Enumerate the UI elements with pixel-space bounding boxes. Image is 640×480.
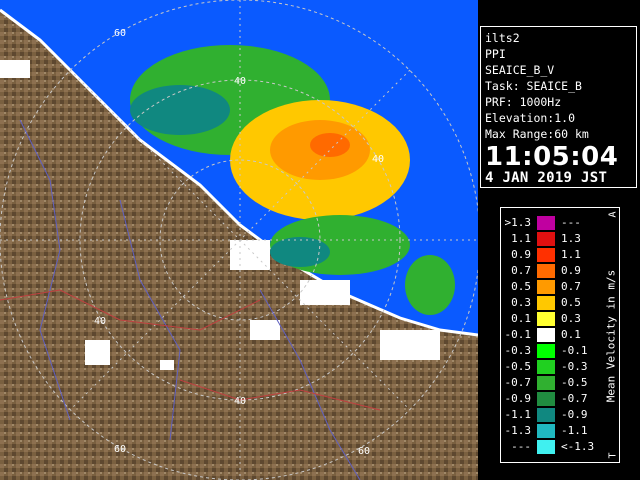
legend-high-value: -0.3 (561, 360, 588, 373)
legend-row: -1.1 -0.9 (501, 408, 601, 422)
radar-ppi-display[interactable]: 60 40 40 40 40 60 60 (0, 0, 478, 480)
legend-low-value: -0.1 (504, 328, 532, 341)
velocity-legend: >1.3 --- 1.1 1.3 0.9 1.1 0.7 0.9 0.5 0.7 0.3 0.5 0.1… (500, 207, 620, 463)
legend-row: 0.7 0.9 (501, 264, 601, 278)
legend-swatch (537, 280, 555, 294)
site-name: ilts2 (485, 31, 520, 45)
legend-low-value: 0.1 (511, 312, 531, 325)
legend-high-value: 0.1 (561, 328, 581, 341)
legend-low-value: 0.3 (511, 296, 531, 309)
legend-row: -0.7 -0.5 (501, 376, 601, 390)
legend-high-value: 0.9 (561, 264, 581, 277)
legend-high-value: -0.5 (561, 376, 588, 389)
legend-high-value: -0.1 (561, 344, 588, 357)
legend-high-value: --- (561, 216, 581, 229)
legend-swatch (537, 328, 555, 342)
prf-value: PRF: 1000Hz (485, 95, 562, 109)
legend-title-text: Mean Velocity in m/s (604, 269, 618, 403)
legend-high-value: 1.1 (561, 248, 581, 261)
legend-swatch (537, 408, 555, 422)
max-range-value: Max Range:60 km (485, 127, 589, 141)
legend-row: -0.1 0.1 (501, 328, 601, 342)
legend-row: 0.1 0.3 (501, 312, 601, 326)
radar-info-panel: ilts2 PPI SEAICE_B_V Task: SEAICE_B PRF:… (480, 26, 637, 188)
legend-high-value: 0.5 (561, 296, 581, 309)
legend-low-value: >1.3 (504, 216, 532, 229)
legend-low-value: -1.3 (504, 424, 532, 437)
legend-low-value: -0.7 (504, 376, 532, 389)
observation-time: 11:05:04 (485, 142, 619, 172)
legend-row: >1.3 --- (501, 216, 601, 230)
legend-row: -0.9 -0.7 (501, 392, 601, 406)
legend-swatch (537, 264, 555, 278)
legend-row: 0.3 0.5 (501, 296, 601, 310)
legend-row: --- <-1.3 (501, 440, 601, 454)
legend-swatch (537, 344, 555, 358)
range-label-south-60: 60 (114, 444, 126, 455)
legend-swatch (537, 312, 555, 326)
legend-swatch (537, 360, 555, 374)
elevation-value: Elevation:1.0 (485, 111, 576, 125)
legend-corner-top: A (607, 211, 619, 218)
scan-mode: PPI (485, 47, 506, 61)
legend-row: 0.5 0.7 (501, 280, 601, 294)
legend-low-value: -0.5 (504, 360, 532, 373)
echo-green-east (405, 255, 455, 315)
legend-high-value: 1.3 (561, 232, 581, 245)
legend-high-value: 0.7 (561, 280, 581, 293)
range-label-south-40: 40 (234, 396, 246, 407)
legend-swatch (537, 248, 555, 262)
legend-low-value: 0.7 (511, 264, 531, 277)
legend-swatch (537, 232, 555, 246)
range-label-east-40: 40 (372, 154, 384, 165)
range-label-east-60: 60 (358, 446, 370, 457)
legend-high-value: -0.9 (561, 408, 588, 421)
echo-teal-north (130, 85, 230, 135)
legend-low-value: -1.1 (504, 408, 532, 421)
legend-high-value: -1.1 (561, 424, 588, 437)
legend-low-value: -0.9 (504, 392, 532, 405)
legend-swatch (537, 424, 555, 438)
legend-row: 0.9 1.1 (501, 248, 601, 262)
legend-high-value: -0.7 (561, 392, 588, 405)
legend-row: -0.5 -0.3 (501, 360, 601, 374)
product-name: SEAICE_B_V (485, 63, 555, 77)
legend-swatch (537, 392, 555, 406)
legend-swatch (537, 216, 555, 230)
legend-low-value: --- (511, 440, 531, 453)
echo-orange-core (310, 133, 350, 157)
legend-low-value: 0.9 (511, 248, 531, 261)
task-name: Task: SEAICE_B (485, 79, 582, 93)
range-label-west-40: 40 (94, 316, 106, 327)
legend-title: Mean Velocity in m/s (604, 216, 618, 456)
legend-swatch (537, 376, 555, 390)
legend-low-value: 1.1 (511, 232, 531, 245)
legend-row: -1.3 -1.1 (501, 424, 601, 438)
radar-image: 60 40 40 40 40 60 60 (0, 0, 478, 480)
observation-date: 4 JAN 2019 JST (485, 170, 608, 186)
legend-high-value: 0.3 (561, 312, 581, 325)
legend-swatch (537, 440, 555, 454)
legend-low-value: 0.5 (511, 280, 531, 293)
legend-row: -0.3 -0.1 (501, 344, 601, 358)
echo-teal-south (270, 237, 330, 267)
legend-swatch (537, 296, 555, 310)
legend-low-value: -0.3 (504, 344, 532, 357)
range-label-north-60: 60 (114, 28, 126, 39)
legend-high-value: <-1.3 (561, 440, 595, 453)
legend-row: 1.1 1.3 (501, 232, 601, 246)
range-label-north-40: 40 (234, 76, 246, 87)
legend-corner-bottom: T (607, 452, 619, 459)
